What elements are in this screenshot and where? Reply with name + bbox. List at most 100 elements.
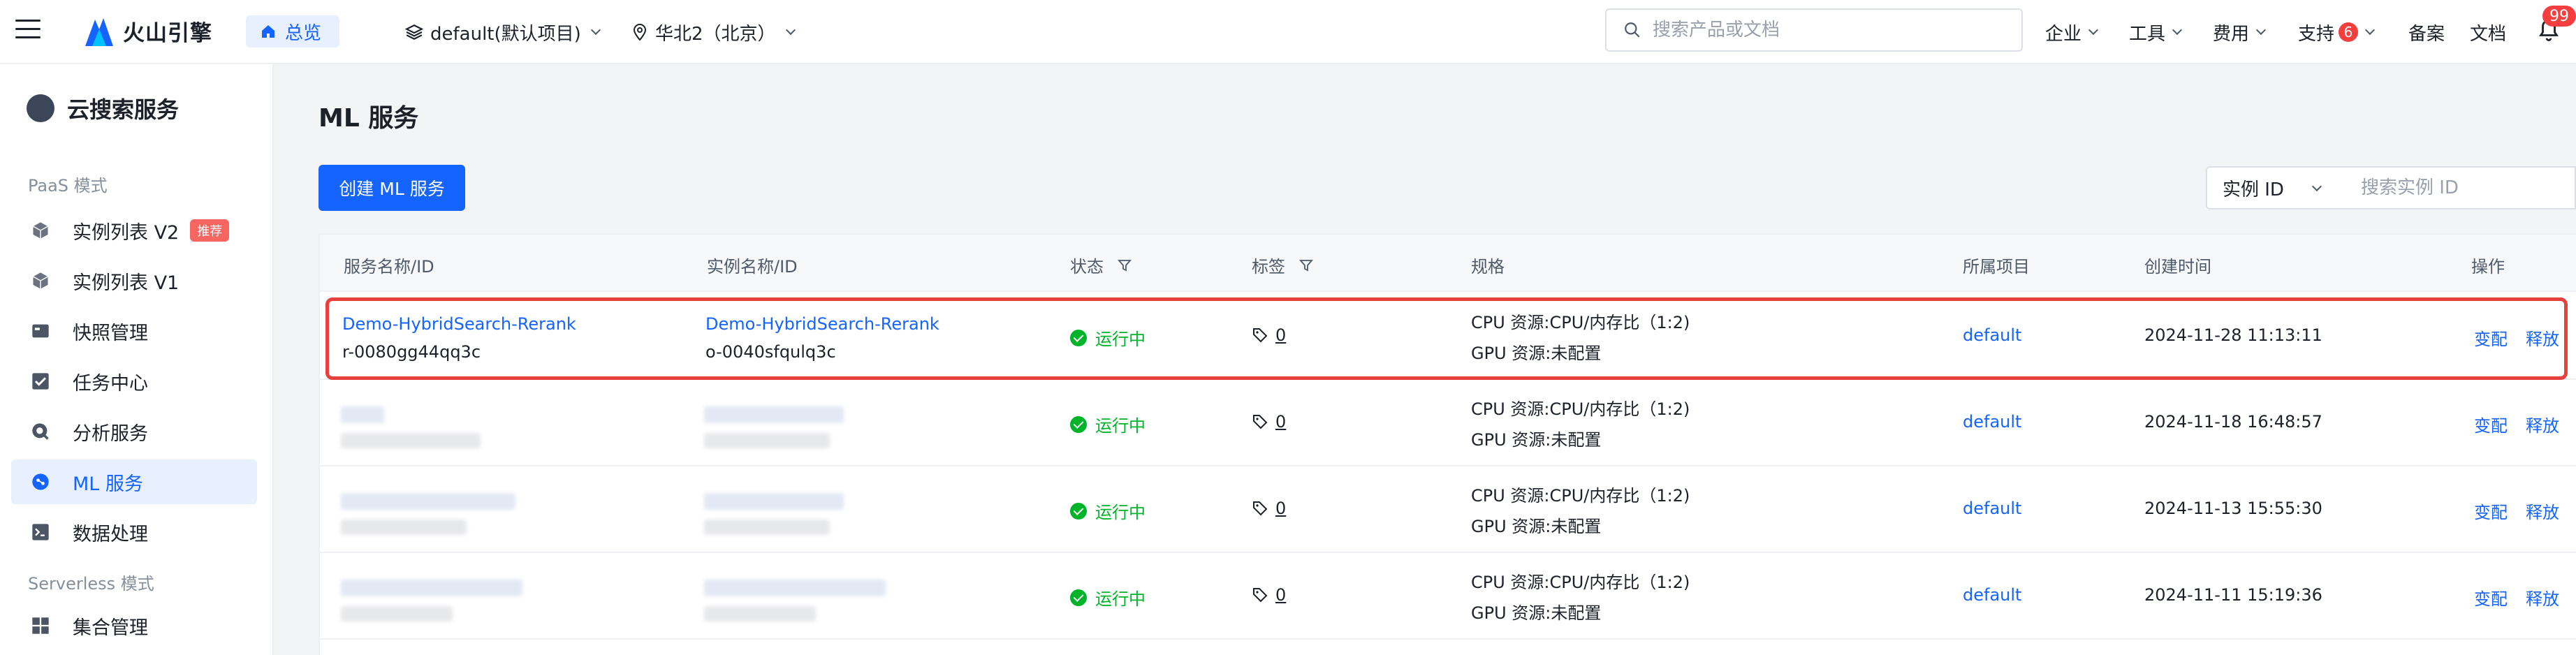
status-text: 运行中	[1095, 589, 1146, 609]
sidebar-item-instance-list-v2[interactable]: 实例列表 V2 推荐	[11, 208, 257, 253]
sidebar-item-data-processing[interactable]: 数据处理	[11, 510, 257, 554]
instance-id-search-input[interactable]	[2361, 177, 2563, 198]
enterprise-label: 企业	[2045, 23, 2082, 45]
project-link[interactable]: default	[1963, 585, 2021, 605]
global-search-input[interactable]	[1653, 20, 2002, 41]
filing-link[interactable]: 备案	[2408, 17, 2445, 47]
col-spec: 规格	[1471, 257, 1505, 277]
redacted-instance-id	[704, 606, 816, 621]
col-service: 服务名称/ID	[344, 257, 434, 277]
tags-cell[interactable]: 0	[1252, 499, 1286, 518]
analysis-search-icon	[29, 420, 52, 443]
col-actions: 操作	[2471, 257, 2505, 277]
tags-cell[interactable]: 0	[1252, 412, 1286, 432]
modify-spec-button[interactable]: 变配	[2474, 412, 2508, 436]
release-button[interactable]: 释放	[2526, 499, 2559, 523]
cloud-search-icon	[27, 94, 54, 122]
sidebar-item-analysis[interactable]: 分析服务	[11, 409, 257, 454]
project-label: default(默认项目)	[430, 23, 581, 45]
menu-icon[interactable]	[15, 20, 41, 41]
sidebar-item-label: 数据处理	[73, 523, 148, 545]
service-title: 云搜索服务	[27, 92, 179, 124]
redacted-service-name	[341, 493, 515, 510]
release-button[interactable]: 释放	[2526, 585, 2559, 610]
modify-spec-button[interactable]: 变配	[2474, 585, 2508, 610]
project-selector[interactable]: default(默认项目)	[405, 17, 601, 47]
enterprise-menu[interactable]: 企业	[2045, 17, 2099, 47]
service-title-label: 云搜索服务	[67, 96, 180, 123]
filter-funnel-icon[interactable]	[1118, 258, 1132, 272]
gpu-spec: GPU 资源:未配置	[1471, 517, 1602, 536]
tag-icon	[1253, 588, 1268, 603]
volcano-logo-icon	[85, 18, 113, 46]
support-label: 支持	[2298, 23, 2335, 45]
support-menu[interactable]: 支持 6	[2298, 17, 2376, 47]
sidebar-item-collections[interactable]: 集合管理	[11, 603, 257, 648]
cube-icon	[29, 270, 52, 292]
filing-label: 备案	[2408, 23, 2445, 45]
sidebar-item-label: 分析服务	[73, 422, 148, 445]
gpu-spec: GPU 资源:未配置	[1471, 603, 1602, 623]
release-button[interactable]: 释放	[2526, 412, 2559, 436]
tag-count: 0	[1275, 499, 1287, 518]
col-tags-label: 标签	[1252, 257, 1285, 277]
support-count-badge: 6	[2339, 22, 2359, 42]
sidebar-item-ml-service[interactable]: ML 服务	[11, 459, 257, 504]
sidebar-item-task-center[interactable]: 任务中心	[11, 359, 257, 404]
highlight-annotation-box	[325, 297, 2568, 380]
status-badge: 运行中	[1070, 412, 1146, 436]
project-link[interactable]: default	[1963, 499, 2021, 518]
check-circle-icon	[1070, 589, 1087, 606]
recommend-badge: 推荐	[190, 219, 230, 242]
tools-label: 工具	[2129, 23, 2166, 45]
sidebar-item-label: 快照管理	[73, 322, 148, 344]
col-status: 状态	[1070, 253, 1132, 277]
notification-badge: 99	[2542, 6, 2576, 27]
create-ml-service-button[interactable]: 创建 ML 服务	[319, 165, 465, 211]
project-link[interactable]: default	[1963, 412, 2021, 432]
chevron-down-icon	[2255, 24, 2267, 36]
group-title-serverless: Serverless 模式	[28, 574, 154, 594]
created-time: 2024-11-13 15:55:30	[2144, 499, 2322, 518]
overview-button[interactable]: 总览	[246, 15, 340, 47]
cpu-spec: CPU 资源:CPU/内存比（1:2)	[1471, 399, 1690, 419]
table-header: 服务名称/ID 实例名称/ID 状态 标签 规格 所属项目 创建时间 操作	[320, 235, 2576, 292]
table-row: 运行中 0 CPU 资源:CPU/内存比（1:2) GPU 资源:未配置 def…	[320, 553, 2576, 640]
global-search-box[interactable]	[1605, 8, 2023, 52]
docs-label: 文档	[2470, 23, 2507, 45]
redacted-service-id	[341, 433, 481, 448]
tags-cell[interactable]: 0	[1252, 585, 1286, 605]
filter-field-select[interactable]: 实例 ID	[2206, 166, 2346, 209]
chevron-down-icon	[2311, 181, 2322, 192]
region-selector[interactable]: 华北2（北京）	[631, 17, 796, 47]
tools-menu[interactable]: 工具	[2129, 17, 2183, 47]
billing-menu[interactable]: 费用	[2213, 17, 2267, 47]
tag-icon	[1253, 501, 1268, 516]
col-created: 创建时间	[2144, 257, 2211, 277]
location-icon	[633, 24, 647, 41]
redacted-instance-id	[704, 520, 830, 535]
check-circle-icon	[1070, 502, 1087, 520]
sidebar-item-label: 任务中心	[73, 372, 148, 395]
instance-id-search-box[interactable]	[2344, 166, 2576, 209]
redacted-service-id	[341, 606, 453, 621]
billing-label: 费用	[2213, 23, 2250, 45]
created-time: 2024-11-11 15:19:36	[2144, 585, 2322, 605]
col-status-label: 状态	[1070, 257, 1104, 277]
sidebar-item-label: 实例列表 V2	[73, 221, 180, 244]
sidebar-item-instance-list-v1[interactable]: 实例列表 V1	[11, 258, 257, 303]
ml-service-table: 服务名称/ID 实例名称/ID 状态 标签 规格 所属项目 创建时间 操作 De…	[319, 233, 2576, 655]
redacted-instance-name	[704, 406, 844, 423]
modify-spec-button[interactable]: 变配	[2474, 499, 2508, 523]
overview-label: 总览	[285, 22, 322, 44]
page-title: ML 服务	[319, 104, 419, 133]
sidebar-item-snapshots[interactable]: 快照管理	[11, 309, 257, 353]
docs-link[interactable]: 文档	[2470, 17, 2506, 47]
brand-logo[interactable]: 火山引擎	[82, 10, 212, 52]
table-row: 运行中 0 CPU 资源:CPU/内存比（1:2) GPU 资源:未配置 def…	[320, 466, 2576, 553]
tag-icon	[1253, 415, 1268, 429]
chevron-down-icon	[2088, 24, 2099, 36]
filter-funnel-icon[interactable]	[1299, 258, 1313, 272]
task-check-icon	[29, 370, 52, 392]
col-instance: 实例名称/ID	[707, 257, 798, 277]
